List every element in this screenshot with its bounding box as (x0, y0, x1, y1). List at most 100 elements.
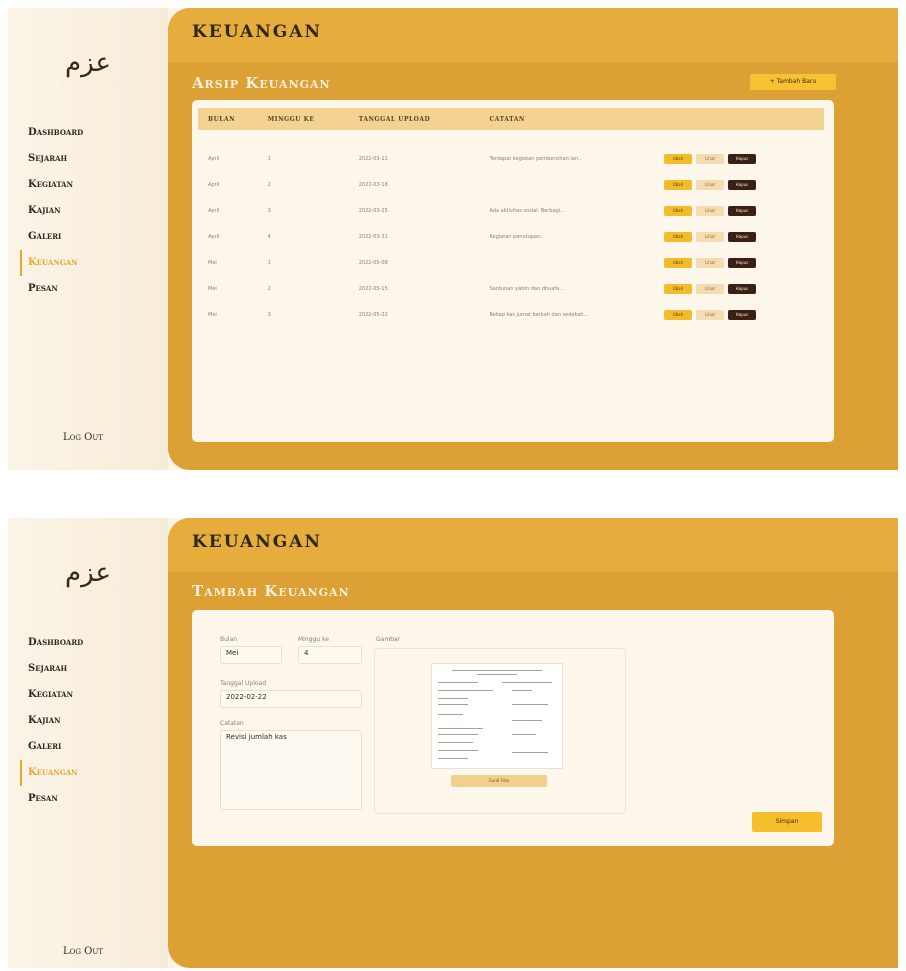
cell-week: 1 (267, 156, 271, 162)
note-field[interactable]: Revisi jumlah kas (220, 730, 362, 810)
cell-date: 2022-03-25 (358, 208, 388, 214)
sidebar-item-kajian[interactable]: Kajian (28, 198, 83, 224)
archive-panel: BULAN MINGGU KE TANGGAL UPLOAD CATATAN A… (192, 100, 834, 442)
sidebar-item-sejarah[interactable]: Sejarah (28, 656, 83, 682)
cell-date: 2022-03-18 (358, 182, 388, 188)
logo-glyph: عزم (65, 558, 113, 588)
view-button[interactable]: Lihat (695, 258, 724, 268)
change-image-button[interactable]: Ganti Foto (451, 775, 547, 787)
week-label: Minggu ke (298, 636, 329, 643)
table-row: Mei 2 2022-05-15 Santunan yatim dan dhua… (198, 276, 824, 302)
sidebar-item-galeri[interactable]: Galeri (28, 734, 83, 760)
edit-button[interactable]: Ubah (663, 206, 692, 216)
cell-month: Mei (208, 260, 217, 266)
view-button[interactable]: Lihat (695, 310, 724, 320)
sidebar-item-dashboard[interactable]: Dashboard (28, 630, 83, 656)
section-title: Arsip Keuangan (192, 74, 331, 92)
row-actions: Ubah Lihat Hapus (654, 276, 824, 302)
delete-button[interactable]: Hapus (727, 310, 756, 320)
row-actions: Ubah Lihat Hapus (654, 130, 824, 172)
sidebar-item-kajian[interactable]: Kajian (28, 708, 83, 734)
save-button[interactable]: Simpan (752, 812, 822, 832)
cell-note: Kegiatan penutupan... (489, 234, 545, 240)
edit-button[interactable]: Ubah (663, 232, 692, 242)
cell-month: Mei (208, 286, 217, 292)
month-field[interactable]: Mei (220, 646, 282, 664)
sidebar-item-dashboard[interactable]: Dashboard (28, 120, 83, 146)
table-row: April 1 2022-03-11 Terdapat kegiatan pem… (198, 130, 824, 172)
cell-month: April (208, 208, 220, 214)
sidebar-item-galeri[interactable]: Galeri (28, 224, 83, 250)
table-row: April 4 2022-03-31 Kegiatan penutupan...… (198, 224, 824, 250)
cell-week: 2 (267, 286, 271, 292)
sidebar-item-kegiatan[interactable]: Kegiatan (28, 682, 83, 708)
edit-button[interactable]: Ubah (663, 180, 692, 190)
table-header: BULAN MINGGU KE TANGGAL UPLOAD CATATAN (198, 108, 824, 130)
page-title: KEUANGAN (192, 22, 323, 42)
receipt-image (431, 663, 563, 769)
cell-note: Santunan yatim dan dhuafa... (489, 286, 565, 292)
edit-button[interactable]: Ubah (663, 154, 692, 164)
add-new-button[interactable]: + Tambah Baru (750, 74, 836, 90)
logout-button[interactable]: Log Out (63, 432, 103, 443)
date-field[interactable]: 2022-02-22 (220, 690, 362, 708)
logo-glyph: عزم (65, 48, 113, 78)
logout-button[interactable]: Log Out (63, 946, 103, 957)
sidebar-item-keuangan[interactable]: Keuangan (20, 760, 83, 786)
cell-note: Terdapat kegiatan pembersihan lan.. (489, 156, 582, 162)
image-preview-box: Ganti Foto (374, 648, 626, 814)
cell-week: 3 (267, 312, 271, 318)
edit-button[interactable]: Ubah (663, 284, 692, 294)
view-button[interactable]: Lihat (695, 284, 724, 294)
view-button[interactable]: Lihat (695, 180, 724, 190)
cell-date: 2022-05-15 (358, 286, 388, 292)
delete-button[interactable]: Hapus (727, 284, 756, 294)
cell-month: Mei (208, 312, 217, 318)
sidebar-nav: Dashboard Sejarah Kegiatan Kajian Galeri… (20, 630, 83, 812)
table-row: April 2 2022-03-18 Ubah Lihat Hapus (198, 172, 824, 198)
row-actions: Ubah Lihat Hapus (654, 302, 824, 328)
delete-button[interactable]: Hapus (727, 258, 756, 268)
edit-button[interactable]: Ubah (663, 258, 692, 268)
cell-week: 2 (267, 182, 271, 188)
delete-button[interactable]: Hapus (727, 154, 756, 164)
sidebar-item-keuangan[interactable]: Keuangan (20, 250, 83, 276)
archive-screen: عزم · · · · · · · · Dashboard Sejarah Ke… (8, 8, 898, 470)
sidebar-item-sejarah[interactable]: Sejarah (28, 146, 83, 172)
sidebar-nav: Dashboard Sejarah Kegiatan Kajian Galeri… (20, 120, 83, 302)
month-label: Bulan (220, 636, 238, 643)
main-area: KEUANGAN Tambah Keuangan Bulan Mei Mingg… (168, 518, 898, 968)
logo: عزم · · · · · · · · (48, 48, 128, 88)
section-title: Tambah Keuangan (192, 582, 350, 600)
cell-note: Ada aktivitas sosial. Berbagi... (489, 208, 565, 214)
sidebar-item-pesan[interactable]: Pesan (28, 276, 83, 302)
edit-button[interactable]: Ubah (663, 310, 692, 320)
col-note: CATATAN (489, 115, 525, 123)
main-area: KEUANGAN Arsip Keuangan + Tambah Baru BU… (168, 8, 898, 470)
top-bar: KEUANGAN (168, 8, 898, 62)
sidebar-item-pesan[interactable]: Pesan (28, 786, 83, 812)
view-button[interactable]: Lihat (695, 154, 724, 164)
page-title: KEUANGAN (192, 532, 323, 552)
sidebar: عزم · · · · · · · · Dashboard Sejarah Ke… (8, 8, 168, 470)
cell-month: April (208, 156, 220, 162)
cell-week: 1 (267, 260, 271, 266)
row-actions: Ubah Lihat Hapus (654, 224, 824, 250)
top-bar: KEUANGAN (168, 518, 898, 572)
sidebar-item-kegiatan[interactable]: Kegiatan (28, 172, 83, 198)
cell-month: April (208, 182, 220, 188)
cell-date: 2022-03-11 (358, 156, 388, 162)
cell-note (480, 172, 654, 198)
delete-button[interactable]: Hapus (727, 232, 756, 242)
week-field[interactable]: 4 (298, 646, 362, 664)
delete-button[interactable]: Hapus (727, 206, 756, 216)
table-row: April 3 2022-03-25 Ada aktivitas sosial.… (198, 198, 824, 224)
table-row: Mei 1 2022-05-08 Ubah Lihat Hapus (198, 250, 824, 276)
delete-button[interactable]: Hapus (727, 180, 756, 190)
col-date: TANGGAL UPLOAD (358, 115, 431, 123)
view-button[interactable]: Lihat (695, 206, 724, 216)
view-button[interactable]: Lihat (695, 232, 724, 242)
image-label: Gambar (376, 636, 401, 643)
logo: عزم · · · · · · · · (48, 558, 128, 598)
cell-note: Rekap kas jumat berkah dan sedekah... (489, 312, 589, 318)
